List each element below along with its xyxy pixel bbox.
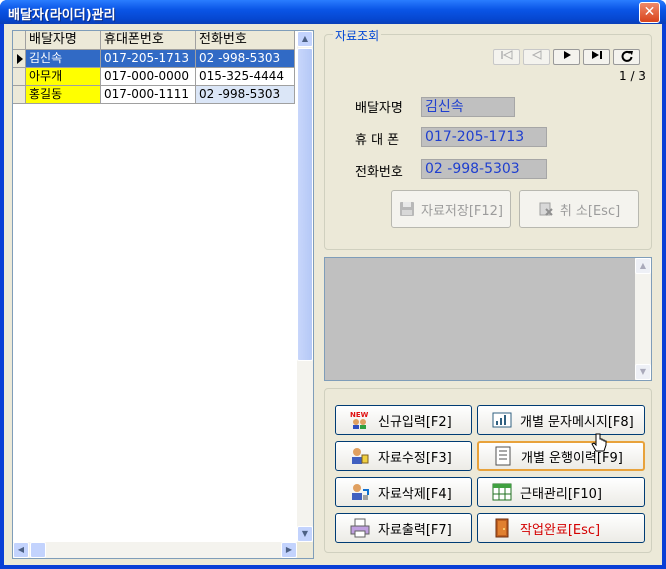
table-row[interactable]: 아무개 017-000-0000 015-325-4444 [13,68,295,86]
svg-text:NEW: NEW [350,411,369,419]
row-indicator [13,86,26,104]
table-row[interactable]: 홍길동 017-000-1111 02 -998-5303 [13,86,295,104]
mobile-label: 휴 대 폰 [355,133,400,148]
grid-header: 배달자명 휴대폰번호 전화번호 [13,31,295,50]
title-bar: 배달자(라이더)관리 ✕ [0,0,666,24]
row-indicator [13,68,26,86]
sms-button[interactable]: 개별 문자메시지[F8] [477,405,645,435]
new-users-icon: NEW [350,411,369,429]
table-row[interactable]: 김신속 017-205-1713 02 -998-5303 [13,50,295,68]
cell-phone[interactable]: 015-325-4444 [196,68,295,86]
print-button[interactable]: 자료출력[F7] [335,513,472,543]
page-counter: 1 / 3 [619,69,646,83]
cancel-button[interactable]: 취 소[Esc] [519,190,639,228]
window-title: 배달자(라이더)관리 [8,8,116,23]
last-icon [591,51,602,59]
hand-pointer-icon [591,433,607,452]
cell-name[interactable]: 홍길동 [26,86,101,104]
scroll-left-button[interactable]: ◀ [13,542,29,558]
rider-grid[interactable]: 배달자명 휴대폰번호 전화번호 김신속 017-205-1713 02 -998… [12,30,314,559]
horizontal-scroll-thumb[interactable] [30,542,46,558]
close-button[interactable]: ✕ [639,2,660,23]
play-icon [563,51,571,59]
name-field[interactable]: 김신속 [421,97,515,117]
vertical-scroll-thumb[interactable] [297,48,313,361]
phone-field[interactable]: 02 -998-5303 [421,159,547,179]
cell-name[interactable]: 아무개 [26,68,101,86]
cell-mobile[interactable]: 017-000-1111 [101,86,196,104]
new-entry-label: 신규입력[F2] [378,414,452,430]
group-title: 자료조회 [333,27,382,44]
mobile-field[interactable]: 017-205-1713 [421,127,547,147]
lookup-group: 자료조회 1 / 3 배달자명 김신속 휴 대 폰 017-205-1713 전… [324,27,652,250]
printer-icon [350,518,370,538]
row-pointer-icon [17,54,23,64]
scroll-right-button[interactable]: ▶ [281,542,297,558]
delete-user-icon [352,484,369,500]
sms-label: 개별 문자메시지[F8] [520,414,634,430]
app-window: 배달자(라이더)관리 ✕ 배달자명 휴대폰번호 전화번호 김신속 017-205… [0,0,666,569]
cell-name[interactable]: 김신속 [26,50,101,68]
first-icon [500,50,512,60]
current-row-indicator [13,50,26,68]
save-button[interactable]: 자료저장[F12] [391,190,511,228]
memo-scroll-down-button[interactable]: ▼ [635,364,651,380]
new-entry-button[interactable]: NEW 신규입력[F2] [335,405,472,435]
scroll-up-button[interactable]: ▲ [297,31,313,47]
scroll-corner [297,542,313,558]
attendance-button[interactable]: 근태관리[F10] [477,477,645,507]
edit-user-icon [352,448,369,464]
done-button[interactable]: 작업완료[Esc] [477,513,645,543]
row-indicator-header [13,31,26,50]
last-record-button[interactable] [583,49,610,65]
grid-horizontal-scrollbar[interactable]: ◀ ▶ [13,542,297,558]
memo-textarea[interactable]: ▲ ▼ [324,257,652,381]
signal-message-icon [492,412,512,428]
cell-phone[interactable]: 02 -998-5303 [196,86,295,104]
edit-label: 자료수정[F3] [378,450,452,466]
phone-label: 전화번호 [355,165,403,180]
memo-scrollbar[interactable]: ▲ ▼ [635,258,651,380]
list-document-icon [495,446,511,466]
delete-label: 자료삭제[F4] [378,486,452,502]
grid-rows: 김신속 017-205-1713 02 -998-5303 아무개 017-00… [13,50,295,104]
attendance-label: 근태관리[F10] [520,486,603,502]
edit-button[interactable]: 자료수정[F3] [335,441,472,471]
scroll-down-button[interactable]: ▼ [297,526,313,542]
grid-vertical-scrollbar[interactable]: ▲ ▼ [297,31,313,542]
previous-record-button[interactable] [523,49,550,65]
name-label: 배달자명 [355,101,403,116]
floppy-disk-icon [399,202,414,216]
cancel-document-icon [539,202,553,216]
delete-button[interactable]: 자료삭제[F4] [335,477,472,507]
refresh-button[interactable] [613,49,640,65]
print-label: 자료출력[F7] [378,522,452,538]
first-record-button[interactable] [493,49,520,65]
column-header-phone[interactable]: 전화번호 [196,31,295,50]
done-label: 작업완료[Esc] [520,522,601,538]
previous-icon [531,50,541,60]
exit-door-icon [495,518,509,538]
history-button[interactable]: 개별 운행이력[F9] [477,441,645,471]
memo-scroll-up-button[interactable]: ▲ [635,258,651,274]
column-header-mobile[interactable]: 휴대폰번호 [101,31,196,50]
save-label: 자료저장[F12] [420,203,503,219]
cell-mobile[interactable]: 017-000-0000 [101,68,196,86]
cancel-label: 취 소[Esc] [559,203,621,219]
client-area: 배달자명 휴대폰번호 전화번호 김신속 017-205-1713 02 -998… [4,24,662,565]
refresh-icon [621,50,633,62]
cell-phone[interactable]: 02 -998-5303 [196,50,295,68]
spreadsheet-icon [492,483,512,501]
cell-mobile[interactable]: 017-205-1713 [101,50,196,68]
next-record-button[interactable] [553,49,580,65]
column-header-name[interactable]: 배달자명 [26,31,101,50]
action-panel: NEW 신규입력[F2] 개별 문자메시지[F8] 자료수정[F3] 개별 운행… [324,388,652,553]
